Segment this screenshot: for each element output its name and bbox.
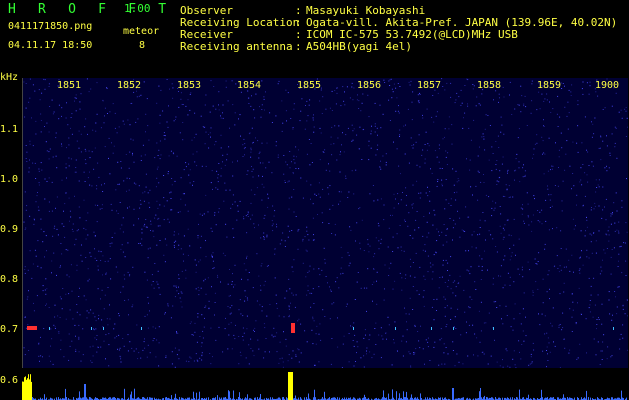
location-value: Ogata-vill. Akita-Pref. JAPAN (139.96E, … bbox=[306, 16, 618, 29]
receiver-value: ICOM IC-575 53.7492(@LCD)MHz USB bbox=[306, 28, 518, 41]
spectrogram-panel bbox=[22, 78, 628, 368]
meteor-echo bbox=[353, 327, 354, 330]
x-tick-1855: 1855 bbox=[297, 80, 322, 91]
image-filename: 0411171850.png bbox=[8, 21, 93, 32]
observer-label: Observer bbox=[180, 4, 233, 17]
meteor-echo bbox=[103, 327, 104, 330]
receiver-label: Receiver bbox=[180, 28, 233, 41]
spectrogram-noise bbox=[23, 78, 628, 368]
meteor-label: meteor bbox=[123, 26, 160, 37]
x-tick-1853: 1853 bbox=[177, 80, 202, 91]
x-tick-1856: 1856 bbox=[357, 80, 382, 91]
meteor-echo bbox=[493, 327, 494, 330]
signal-trace-panel bbox=[22, 369, 627, 400]
y-tick-0-8: 0.8 bbox=[0, 274, 19, 285]
x-tick-1859: 1859 bbox=[537, 80, 562, 91]
meteor-echo bbox=[291, 323, 295, 333]
meteor-echo bbox=[49, 327, 50, 330]
x-tick-1852: 1852 bbox=[117, 80, 142, 91]
signal-trace bbox=[22, 372, 627, 400]
location-label: Receiving Location bbox=[180, 16, 300, 29]
y-tick-1-1: 1.1 bbox=[0, 124, 19, 135]
y-tick-0-9: 0.9 bbox=[0, 224, 19, 235]
meteor-count: 8 bbox=[139, 40, 146, 51]
meteor-echo bbox=[453, 327, 454, 330]
meteor-echo bbox=[395, 327, 396, 330]
x-tick-1900: 1900 bbox=[595, 80, 620, 91]
capture-datetime: 04.11.17 18:50 bbox=[8, 40, 93, 51]
x-tick-1858: 1858 bbox=[477, 80, 502, 91]
meteor-echo bbox=[141, 327, 142, 330]
x-tick-1857: 1857 bbox=[417, 80, 442, 91]
y-tick-1-0: 1.0 bbox=[0, 174, 19, 185]
hroft-window: H R O F F T 1.00 0411171850.png meteor 0… bbox=[0, 0, 629, 400]
y-axis-unit: kHz bbox=[0, 72, 19, 83]
antenna-label: Receiving antenna bbox=[180, 40, 293, 53]
observer-colon: : bbox=[295, 4, 302, 17]
location-colon: : bbox=[295, 16, 302, 29]
observer-value: Masayuki Kobayashi bbox=[306, 4, 426, 17]
x-tick-1851: 1851 bbox=[57, 80, 82, 91]
meteor-echo-lead bbox=[27, 326, 37, 330]
meteor-echo bbox=[613, 327, 614, 330]
y-tick-0-6: 0.6 bbox=[0, 375, 19, 386]
meteor-echo bbox=[91, 327, 92, 330]
y-tick-0-7: 0.7 bbox=[0, 324, 19, 335]
antenna-value: A504HB(yagi 4el) bbox=[306, 40, 412, 53]
receiver-colon: : bbox=[295, 28, 302, 41]
antenna-colon: : bbox=[295, 40, 302, 53]
meteor-echo bbox=[431, 327, 432, 330]
x-tick-1854: 1854 bbox=[237, 80, 262, 91]
app-version: 1.00 bbox=[124, 2, 151, 15]
